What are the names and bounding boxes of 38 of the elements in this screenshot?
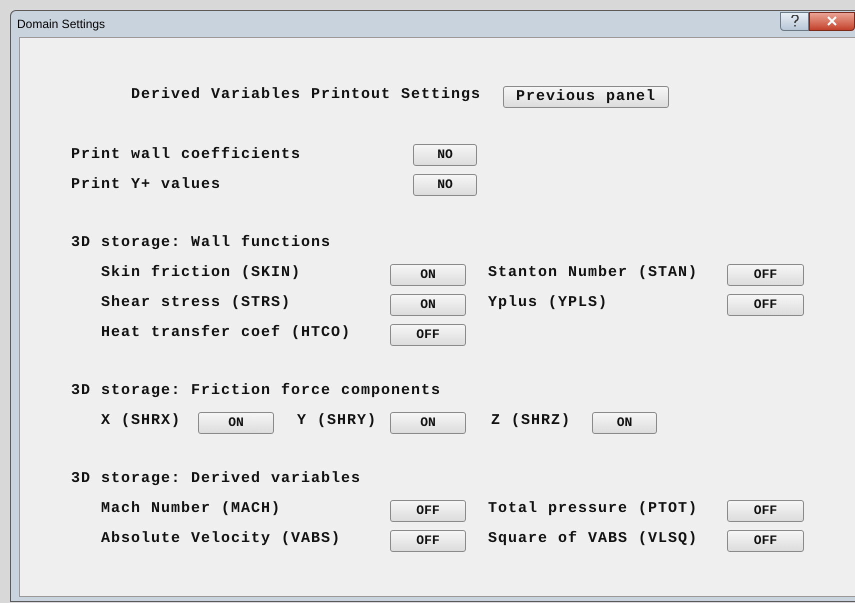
toggle-button[interactable]: NO — [413, 144, 477, 166]
option-label: Stanton Number (STAN) — [488, 262, 700, 283]
option-label: Heat transfer coef (HTCO) — [101, 322, 352, 343]
toggle-button[interactable]: OFF — [390, 500, 466, 522]
close-button[interactable] — [809, 12, 855, 30]
help-button[interactable] — [780, 12, 809, 30]
toggle-button[interactable]: OFF — [390, 324, 466, 346]
previous-panel-button[interactable]: Previous panel — [503, 86, 669, 108]
option-label: X (SHRX) — [101, 410, 182, 431]
toggle-button[interactable]: OFF — [727, 500, 804, 522]
option-label: Y (SHRY) — [297, 410, 378, 431]
option-label: Yplus (YPLS) — [488, 292, 610, 313]
toggle-button[interactable]: ON — [592, 412, 657, 434]
window-title: Domain Settings — [17, 16, 106, 33]
toggle-button[interactable]: ON — [390, 264, 466, 286]
toggle-button[interactable]: OFF — [727, 294, 804, 316]
option-label: Skin friction (SKIN) — [101, 262, 302, 283]
option-label: Mach Number (MACH) — [101, 498, 282, 519]
toggle-button[interactable]: ON — [390, 412, 466, 434]
toggle-button[interactable]: ON — [198, 412, 274, 434]
close-icon — [827, 16, 837, 26]
option-label: Shear stress (STRS) — [101, 292, 292, 313]
option-label: Absolute Velocity (VABS) — [101, 528, 342, 549]
section-title: 3D storage: Wall functions — [71, 232, 332, 253]
option-label: Print Y+ values — [71, 174, 222, 195]
section-title: 3D storage: Derived variables — [71, 468, 362, 489]
question-mark-icon — [790, 15, 798, 27]
toggle-button[interactable]: OFF — [727, 264, 804, 286]
panel-heading: Derived Variables Printout Settings — [131, 84, 482, 105]
toggle-button[interactable]: ON — [390, 294, 466, 316]
option-label: Square of VABS (VLSQ) — [488, 528, 700, 549]
toggle-button[interactable]: NO — [413, 174, 477, 196]
toggle-button[interactable]: OFF — [390, 530, 466, 552]
option-label: Z (SHRZ) — [491, 410, 572, 431]
option-label: Total pressure (PTOT) — [488, 498, 700, 519]
toggle-button[interactable]: OFF — [727, 530, 804, 552]
section-title: 3D storage: Friction force components — [71, 380, 442, 401]
option-label: Print wall coefficients — [71, 144, 302, 165]
